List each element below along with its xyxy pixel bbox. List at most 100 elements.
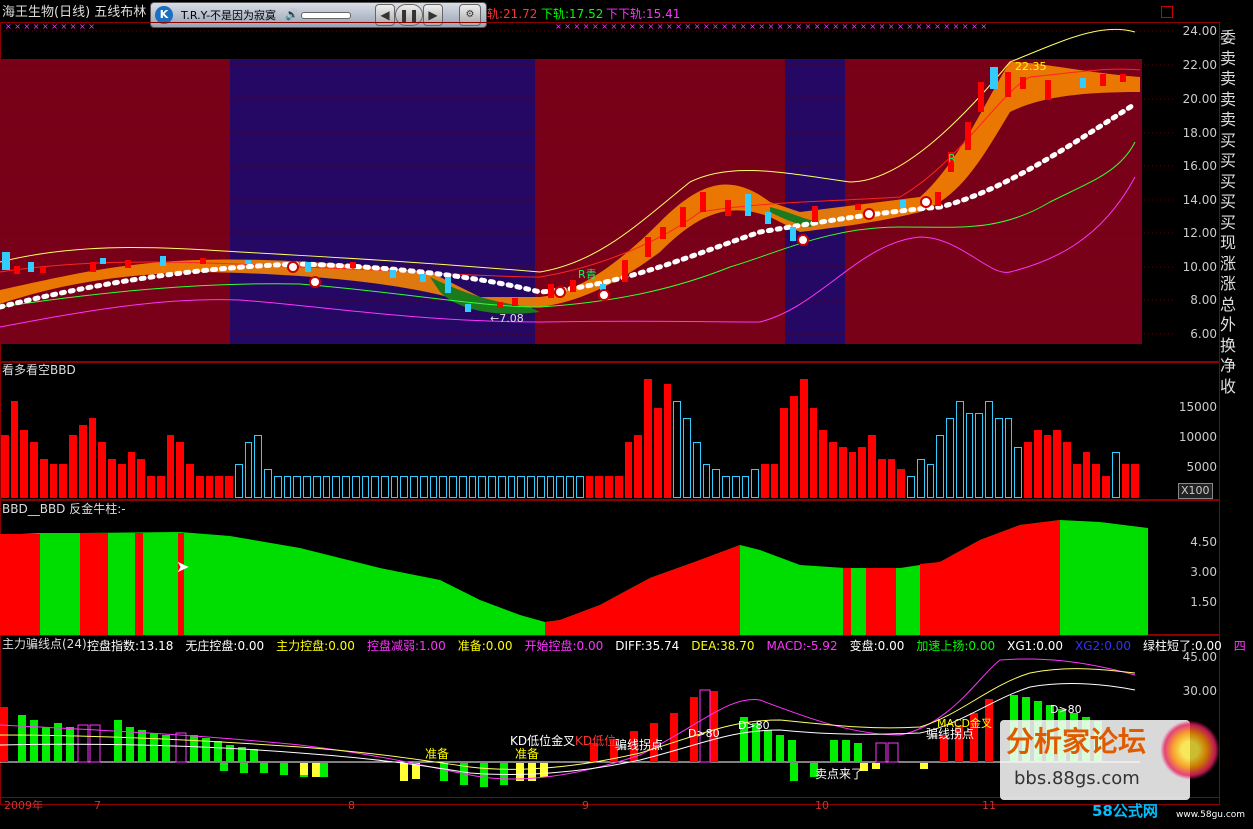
kd-annotation: KD低位金叉 [510, 733, 575, 748]
bbd-axis-5000: 5000 [1186, 460, 1217, 474]
bbd-bar [273, 475, 282, 498]
bbd-bar [1121, 464, 1130, 498]
bbd-bar [137, 458, 146, 498]
bbd-bar [78, 424, 87, 498]
bbd-bar [351, 475, 360, 498]
bbd-bar [1024, 441, 1032, 498]
bbd-bar [1063, 441, 1071, 498]
lowest-band-label: 下下轨:15.41 [606, 7, 681, 21]
volume-icon[interactable]: 🔊 [285, 8, 299, 21]
bbd-bar [965, 413, 974, 498]
r-cyan-annotation: R青 [578, 268, 597, 281]
bbd-bar [936, 435, 945, 498]
bg-zone-red-1 [0, 59, 230, 344]
bbd-bar [439, 475, 448, 498]
lower-band-label: 下轨:17.52 [541, 7, 604, 21]
bbd-bar [751, 469, 759, 498]
price-chart: × × × × × × × × × × × × × × × × × × × × … [0, 22, 1175, 344]
bbd-bar [478, 475, 487, 498]
bbd-axis-10000: 10000 [1178, 430, 1217, 444]
maximize-icon[interactable] [1161, 6, 1173, 18]
bbd-bar [692, 441, 701, 498]
bbd-bar [49, 464, 58, 498]
d80-annotation-3: D>80 [1050, 703, 1082, 716]
bbd-bar [536, 475, 545, 498]
bbd-bar [1082, 452, 1091, 498]
top-markers: × × × × × × × × × × × × × × × × × × × × … [5, 22, 987, 31]
bbd-bar [419, 475, 428, 498]
r-green-annotation: R [948, 152, 956, 165]
bbd-bar [1072, 464, 1081, 498]
bbd-bar [975, 413, 984, 498]
bbd-bar [342, 475, 350, 498]
bbd-bar [166, 435, 175, 498]
macd-outline-bars [77, 689, 899, 763]
bbd-bar [683, 418, 691, 498]
golden-axis-150: 1.50 [1190, 595, 1217, 609]
bbd-bar [877, 458, 886, 498]
bbd-bar [1033, 430, 1042, 498]
bbd-bar [1043, 435, 1052, 498]
bbd-bar [946, 418, 954, 498]
bbd-bar [108, 458, 116, 498]
bbd-bar [585, 475, 594, 498]
bbd-bar [985, 401, 993, 498]
bbd-bar [400, 475, 409, 498]
watermark-title: 分析家论坛 [1006, 725, 1147, 758]
bbd-bar [20, 430, 29, 498]
bbd-bar [449, 475, 457, 498]
bbd-bar [1102, 475, 1110, 498]
bbd-bar [332, 475, 341, 498]
bbd-bar [507, 475, 516, 498]
bbd-bar [546, 475, 555, 498]
bbd-bar [644, 379, 652, 498]
bbd-bar [371, 475, 379, 498]
kd-low-annotation: KD低位 [575, 733, 616, 748]
bbd-bar [887, 458, 896, 498]
upper-band-label: 轨:21.72 [487, 7, 538, 21]
bbd-bar [381, 475, 389, 498]
sell-annotation: 卖点来了 [815, 767, 863, 781]
bbd-bar [312, 475, 321, 498]
bbd-bar [30, 441, 38, 498]
bbd-bar [215, 475, 224, 498]
bbd-axis-15000: 15000 [1178, 400, 1217, 414]
bbd-bar [838, 447, 847, 498]
bbd-bar [225, 475, 233, 498]
bbd-bar [517, 475, 526, 498]
bbd-bar [293, 475, 302, 498]
bbd-bar [741, 475, 750, 498]
bbd-bar [673, 401, 682, 498]
bbd-bar [195, 475, 204, 498]
bbd-bar [780, 407, 789, 498]
fake-turn-annotation-2: 骗线拐点 [926, 726, 974, 741]
bbd-bar [205, 475, 214, 498]
bbd-bar [731, 475, 740, 498]
bbd-bar [916, 458, 925, 498]
bbd-bar [799, 379, 808, 498]
bbd-bar [566, 475, 574, 498]
bbd-bar [712, 469, 721, 498]
bbd-bar [624, 441, 633, 498]
bbd-bar [147, 475, 155, 498]
macd-axis-45: 45.00 [1182, 650, 1217, 664]
prepare-annotation-1: 准备 [425, 747, 449, 761]
bbd-bar [897, 469, 906, 498]
bbd-bar [1131, 464, 1139, 498]
high-price-annotation: 22.35 [1015, 60, 1047, 73]
bbd-bar [1092, 464, 1101, 498]
bbd-bar [1004, 418, 1013, 498]
bbd-bar [98, 441, 107, 498]
macd-axis-30: 30.00 [1182, 684, 1217, 698]
bbd-bar [244, 441, 253, 498]
bbd-bar [59, 464, 68, 498]
bbd-bar [156, 475, 165, 498]
svg-text:× × × × × × × × × ×: × × × × × × × × × × [5, 22, 95, 31]
volume-slider[interactable] [301, 12, 351, 19]
bbd-bar [410, 475, 418, 498]
bbd-panel-title: 看多看空BBD [2, 363, 76, 377]
quote-side-panel: 委卖卖 卖卖买 买买买 买现涨 涨总外 换净收 [1220, 28, 1237, 396]
d80-annotation-1: D>80 [688, 727, 720, 740]
brand-url: www.58gu.com [1176, 810, 1246, 820]
bbd-bar [488, 475, 496, 498]
